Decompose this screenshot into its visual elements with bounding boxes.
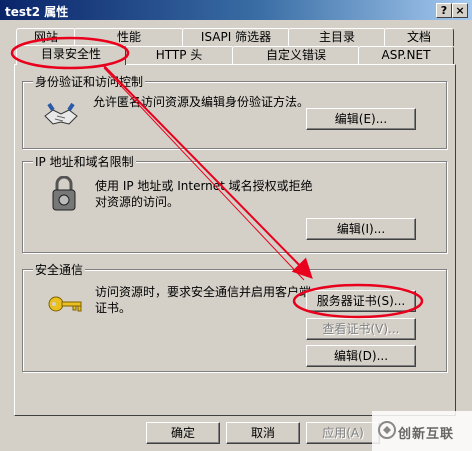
apply-button[interactable]: 应用(A) <box>306 422 380 444</box>
edit-secure-button[interactable]: 编辑(D)... <box>306 345 416 367</box>
group-desc-secure: 访问资源时，要求安全通信并启用客户端证书。 <box>95 285 312 315</box>
tab-home-directory[interactable]: 主目录 <box>288 28 386 46</box>
tab-http-headers[interactable]: HTTP 头 <box>124 46 234 64</box>
tab-documents[interactable]: 文档 <box>384 28 454 46</box>
group-secure-communication: 安全通信 访问资源时，要求安全通信并启用客户端证书。 服务器证书(S)... 查… <box>22 261 447 372</box>
ok-button[interactable]: 确定 <box>146 422 220 444</box>
group-authentication: 身份验证和访问控制 允许匿名访问资源及编辑身份验证方法。 编辑(E)... <box>22 73 447 149</box>
server-certificate-button[interactable]: 服务器证书(S)... <box>306 290 416 312</box>
lock-icon <box>51 175 77 215</box>
group-title-authentication: 身份验证和访问控制 <box>33 73 146 90</box>
watermark: 创新互联 <box>372 411 472 451</box>
key-icon <box>47 294 83 317</box>
group-desc-authentication: 允许匿名访问资源及编辑身份验证方法。 <box>93 95 310 109</box>
help-button[interactable]: ? <box>436 3 452 18</box>
group-title-ip: IP 地址和域名限制 <box>33 153 136 170</box>
tab-performance[interactable]: 性能 <box>74 28 184 46</box>
tab-isapi-filters[interactable]: ISAPI 筛选器 <box>182 28 290 46</box>
view-certificate-button[interactable]: 查看证书(V)... <box>306 318 416 340</box>
cancel-button[interactable]: 取消 <box>226 422 300 444</box>
tab-website[interactable]: 网站 <box>16 28 76 46</box>
group-desc-ip: 使用 IP 地址或 Internet 域名授权或拒绝对资源的访问。 <box>95 179 313 209</box>
group-ip-restrictions: IP 地址和域名限制 使用 IP 地址或 Internet 域名授权或拒绝对资源… <box>22 153 447 253</box>
tab-aspnet[interactable]: ASP.NET <box>358 46 454 64</box>
tab-custom-errors[interactable]: 自定义错误 <box>232 46 360 64</box>
window-title: test2 属性 <box>5 5 69 19</box>
handshake-icon <box>43 100 79 135</box>
close-button[interactable]: × <box>452 3 468 18</box>
watermark-text: 创新互联 <box>398 427 455 442</box>
watermark-logo-icon <box>378 421 396 439</box>
tab-directory-security[interactable]: 目录安全性 <box>16 45 126 65</box>
title-bar: test2 属性 ? × <box>0 0 472 20</box>
edit-ip-button[interactable]: 编辑(I)... <box>306 218 416 240</box>
edit-auth-button[interactable]: 编辑(E)... <box>306 108 416 130</box>
group-title-secure: 安全通信 <box>33 261 86 278</box>
